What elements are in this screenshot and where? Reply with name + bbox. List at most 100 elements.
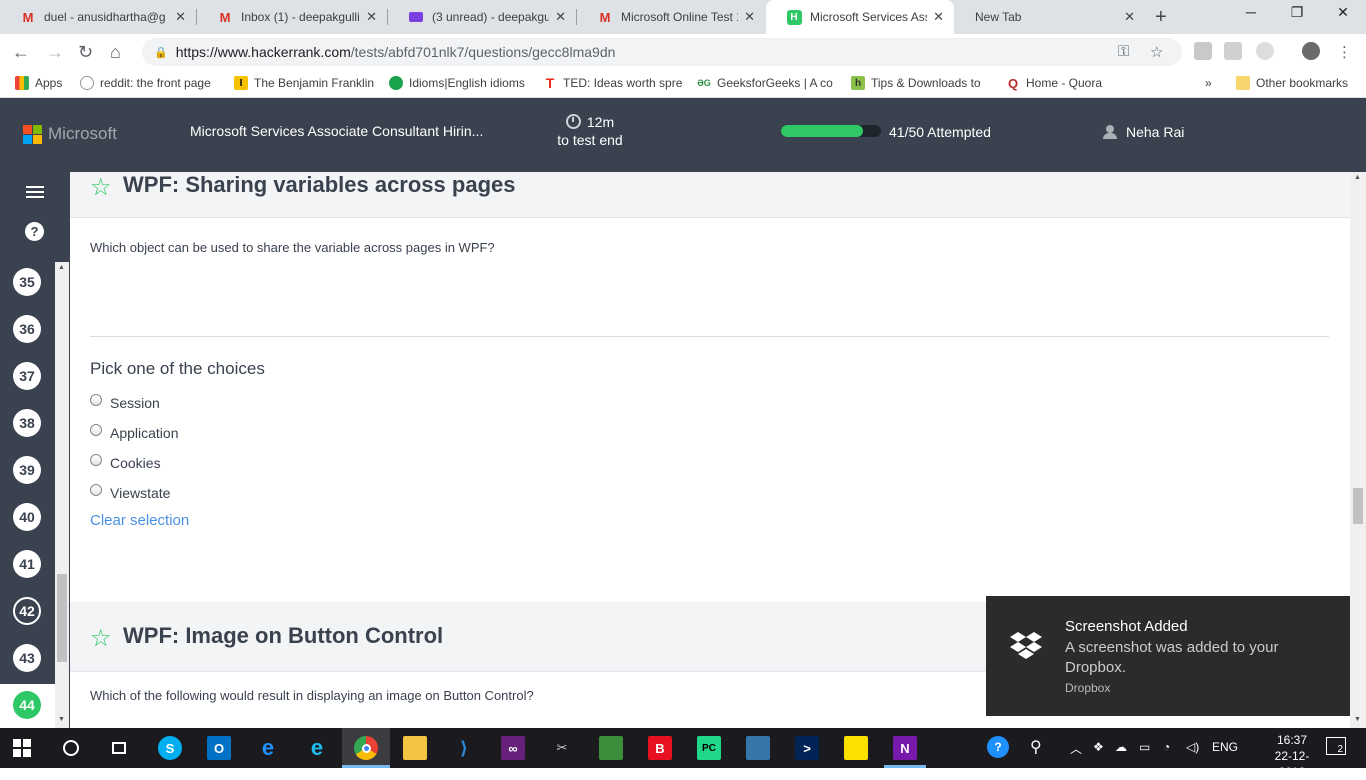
bookmark-quora[interactable]: Q Home - Quora [1006, 76, 1102, 91]
extension-icon[interactable] [1224, 42, 1242, 60]
extension-icon[interactable] [1256, 42, 1274, 60]
scroll-up-arrow-icon[interactable]: ▲ [1354, 174, 1361, 181]
choice-option[interactable]: Session [90, 394, 160, 411]
help-tray-icon[interactable]: ? [987, 736, 1009, 758]
question-nav-38[interactable]: 38 [13, 409, 41, 437]
tools-icon[interactable]: ✂ [550, 736, 574, 760]
choice-option[interactable]: Application [90, 424, 179, 441]
scroll-down-arrow-icon[interactable]: ▼ [1354, 716, 1361, 723]
bookmark-tips[interactable]: h Tips & Downloads to [851, 76, 981, 90]
brave-icon[interactable]: B [648, 736, 672, 760]
bookmark-franklin[interactable]: I The Benjamin Franklin [234, 76, 374, 90]
browser-tab[interactable]: (3 unread) - deepakgull ✕ [388, 0, 576, 34]
bookmark-star-icon[interactable]: ☆ [90, 624, 112, 653]
home-icon[interactable]: ⌂ [110, 42, 121, 63]
close-icon[interactable]: ✕ [1124, 9, 1135, 25]
bookmarks-more-button[interactable]: » [1205, 76, 1212, 90]
question-nav-43[interactable]: 43 [13, 644, 41, 672]
battery-icon[interactable]: ▭ [1139, 740, 1150, 754]
user-menu[interactable]: Neha Rai [1103, 124, 1184, 140]
sticky-notes-icon[interactable] [844, 736, 868, 760]
new-tab-button[interactable]: + [1155, 6, 1167, 29]
vscode-icon[interactable]: ⟩ [452, 736, 476, 760]
help-icon[interactable]: ? [25, 222, 44, 241]
menu-dots-icon[interactable]: ⋮ [1337, 43, 1352, 61]
wifi-icon[interactable]: ◔ [1163, 740, 1170, 754]
browser-tab[interactable]: New Tab ✕ [955, 0, 1145, 34]
close-icon[interactable]: ✕ [366, 9, 377, 25]
close-icon[interactable]: ✕ [744, 9, 755, 25]
forward-icon[interactable]: → [46, 42, 64, 63]
show-hidden-icons[interactable]: ︿ [1070, 740, 1082, 757]
radio-button[interactable] [90, 394, 102, 406]
menu-icon[interactable] [26, 186, 44, 201]
question-nav-40[interactable]: 40 [13, 503, 41, 531]
search-icon[interactable] [59, 736, 83, 760]
close-window-icon[interactable]: ✕ [1320, 4, 1366, 21]
bookmark-reddit[interactable]: reddit: the front page [80, 76, 211, 90]
other-bookmarks[interactable]: Other bookmarks [1236, 76, 1348, 90]
question-nav-42[interactable]: 42 [13, 597, 41, 625]
dropbox-notification[interactable]: Screenshot Added A screenshot was added … [986, 596, 1350, 716]
radio-button[interactable] [90, 454, 102, 466]
reload-icon[interactable]: ↻ [78, 42, 93, 63]
minimize-icon[interactable]: ─ [1228, 4, 1274, 20]
bookmark-star-icon[interactable]: ☆ [1150, 43, 1163, 61]
windows-start-icon[interactable] [10, 736, 34, 760]
question-nav-35[interactable]: 35 [13, 268, 41, 296]
pycharm-icon[interactable]: PC [697, 736, 721, 760]
close-icon[interactable]: ✕ [555, 9, 566, 25]
bookmark-star-icon[interactable]: ☆ [90, 173, 112, 202]
page-scrollbar[interactable]: ▲ ▼ [1350, 172, 1366, 728]
scroll-up-arrow-icon[interactable]: ▲ [58, 264, 65, 271]
edge-icon[interactable]: e [256, 735, 280, 760]
key-icon[interactable]: ⚿ [1118, 43, 1129, 60]
internet-explorer-icon[interactable]: e [305, 735, 329, 760]
url-input[interactable]: 🔒 https://www.hackerrank.com/tests/abfd7… [142, 38, 1182, 66]
volume-icon[interactable]: ◁) [1186, 740, 1199, 754]
restore-icon[interactable]: ❐ [1274, 4, 1320, 21]
browser-tab-active[interactable]: H Microsoft Services Asso ✕ [766, 0, 954, 34]
question-nav-36[interactable]: 36 [13, 315, 41, 343]
scrollbar-thumb[interactable] [57, 574, 67, 662]
pdf-extension-icon[interactable] [1194, 42, 1212, 60]
browser-tab[interactable]: M Inbox (1) - deepakgullip ✕ [197, 0, 387, 34]
close-icon[interactable]: ✕ [933, 9, 944, 25]
task-view-icon[interactable] [107, 736, 131, 760]
chrome-icon[interactable] [354, 736, 378, 760]
file-explorer-icon[interactable] [403, 736, 427, 760]
sidebar-scrollbar[interactable]: ▲ ▼ [55, 262, 69, 728]
language-indicator[interactable]: ENG [1212, 740, 1238, 754]
python-icon[interactable] [746, 736, 770, 760]
radio-button[interactable] [90, 424, 102, 436]
visual-studio-icon[interactable]: ∞ [501, 736, 525, 760]
notepad-icon[interactable] [599, 736, 623, 760]
powershell-icon[interactable]: > [795, 736, 819, 760]
skype-icon[interactable]: S [158, 736, 182, 760]
onenote-icon[interactable]: N [893, 736, 917, 760]
system-clock[interactable]: 16:37 22-12-2018 [1262, 732, 1322, 780]
scroll-down-arrow-icon[interactable]: ▼ [58, 716, 65, 723]
choice-option[interactable]: Cookies [90, 454, 161, 471]
choice-option[interactable]: Viewstate [90, 484, 170, 501]
bookmark-geeksforgeeks[interactable]: ƏG GeeksforGeeks | A co [697, 76, 833, 90]
close-icon[interactable]: ✕ [175, 9, 186, 25]
radio-button[interactable] [90, 484, 102, 496]
bookmark-ted[interactable]: T TED: Ideas worth spre [543, 75, 683, 91]
back-icon[interactable]: ← [12, 42, 30, 63]
dropbox-tray-icon[interactable]: ❖ [1093, 740, 1104, 754]
outlook-icon[interactable]: O [207, 736, 231, 760]
clear-selection-link[interactable]: Clear selection [90, 512, 189, 529]
question-nav-37[interactable]: 37 [13, 362, 41, 390]
question-nav-39[interactable]: 39 [13, 456, 41, 484]
scrollbar-thumb[interactable] [1353, 488, 1363, 524]
bookmark-apps[interactable]: Apps [15, 76, 62, 90]
onedrive-icon[interactable]: ☁ [1115, 740, 1127, 754]
bookmark-idioms[interactable]: Idioms|English idioms [389, 76, 525, 90]
browser-tab[interactable]: M duel - anusidhartha@g ✕ [0, 0, 196, 34]
browser-tab[interactable]: M Microsoft Online Test 1 ✕ [577, 0, 765, 34]
people-icon[interactable]: ⚲ [1030, 737, 1042, 757]
question-nav-41[interactable]: 41 [13, 550, 41, 578]
action-center-icon[interactable]: 2 [1326, 737, 1346, 755]
profile-avatar[interactable] [1302, 42, 1320, 60]
